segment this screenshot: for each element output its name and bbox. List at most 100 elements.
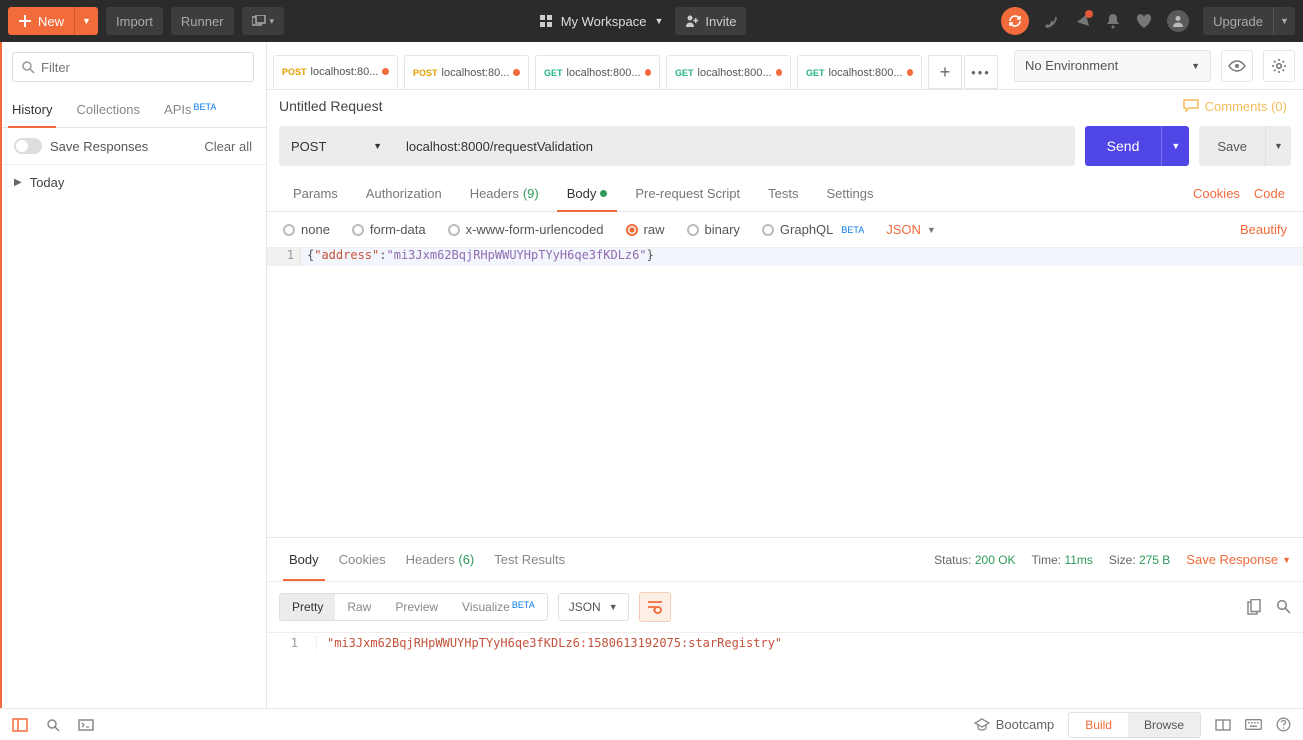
subtab-authorization[interactable]: Authorization [352, 176, 456, 211]
view-visualize[interactable]: VisualizeBETA [450, 594, 547, 620]
new-button-group: New ▼ [8, 7, 98, 35]
body-graphql[interactable]: GraphQLBETA [762, 222, 864, 237]
send-dropdown[interactable]: ▼ [1161, 126, 1189, 166]
two-pane-button[interactable] [1215, 719, 1231, 731]
tab-history[interactable]: History [0, 92, 64, 127]
request-tab-1[interactable]: POSTlocalhost:80... [404, 55, 529, 89]
filter-input[interactable] [41, 60, 245, 75]
find-button[interactable] [46, 718, 60, 732]
bell-icon[interactable] [1105, 12, 1121, 30]
heart-icon[interactable] [1135, 13, 1153, 29]
cookies-link[interactable]: Cookies [1193, 186, 1240, 201]
tab-options-button[interactable]: ••• [964, 55, 998, 89]
main: POSTlocalhost:80... POSTlocalhost:80... … [267, 42, 1303, 708]
body-editor[interactable]: 1 {"address":"mi3Jxm62BqjRHpWWUYHpTYyH6q… [267, 248, 1303, 538]
browse-button[interactable]: Browse [1128, 713, 1200, 737]
console-button[interactable] [78, 719, 94, 731]
subtab-prerequest[interactable]: Pre-request Script [621, 176, 754, 211]
response-body[interactable]: 1 "mi3Jxm62BqjRHpWWUYHpTYyH6qe3fKDLz6:15… [267, 632, 1303, 653]
subtab-body[interactable]: Body [553, 176, 622, 211]
runner-button[interactable]: Runner [171, 7, 234, 35]
resp-tab-tests[interactable]: Test Results [484, 546, 575, 573]
help-button[interactable] [1276, 717, 1291, 732]
env-selector[interactable]: No Environment ▼ [1014, 50, 1211, 82]
wrap-icon [647, 600, 663, 614]
subtab-headers[interactable]: Headers (9) [456, 176, 553, 211]
code-link[interactable]: Code [1254, 186, 1285, 201]
workspace-selector[interactable]: My Workspace ▼ [539, 14, 664, 29]
env-panel: No Environment ▼ [1006, 42, 1303, 90]
request-tab-2[interactable]: GETlocalhost:800... [535, 55, 660, 89]
sync-icon[interactable] [1001, 7, 1029, 35]
beta-badge: BETA [194, 102, 217, 112]
beautify-button[interactable]: Beautify [1240, 222, 1287, 237]
view-raw[interactable]: Raw [335, 594, 383, 620]
view-preview[interactable]: Preview [383, 594, 450, 620]
invite-button[interactable]: Invite [675, 7, 746, 35]
env-quicklook-button[interactable] [1221, 50, 1253, 82]
body-none[interactable]: none [283, 222, 330, 237]
tab-label: localhost:80... [442, 67, 510, 79]
subtab-tests[interactable]: Tests [754, 176, 812, 211]
view-pretty[interactable]: Pretty [280, 594, 335, 620]
footer-right: Bootcamp Build Browse [974, 712, 1291, 738]
body-urlencoded[interactable]: x-www-form-urlencoded [448, 222, 604, 237]
satellite-icon[interactable] [1043, 12, 1061, 30]
save-button[interactable]: Save [1199, 126, 1265, 166]
request-title-row: Untitled Request Comments (0) [267, 90, 1303, 122]
save-response-button[interactable]: Save Response▼ [1186, 552, 1291, 567]
url-bar: POST ▼ localhost:8000/requestValidation … [267, 122, 1303, 176]
bootcamp-button[interactable]: Bootcamp [974, 717, 1055, 732]
search-response-button[interactable] [1276, 599, 1291, 615]
label: Visualize [462, 600, 510, 614]
body-raw[interactable]: raw [626, 222, 665, 237]
unsaved-dot-icon [513, 69, 520, 76]
env-settings-button[interactable] [1263, 50, 1295, 82]
resp-tab-cookies[interactable]: Cookies [329, 546, 396, 573]
open-new-window-button[interactable]: ▾ [242, 7, 285, 35]
history-today[interactable]: ▶ Today [0, 165, 266, 200]
new-button-dropdown[interactable]: ▼ [74, 7, 98, 35]
subtab-params[interactable]: Params [279, 176, 352, 211]
request-tab-4[interactable]: GETlocalhost:800... [797, 55, 922, 89]
resp-tab-headers[interactable]: Headers (6) [396, 546, 485, 573]
request-tab-0[interactable]: POSTlocalhost:80... [273, 55, 398, 89]
import-button[interactable]: Import [106, 7, 163, 35]
unsaved-dot-icon [776, 69, 782, 76]
tab-verb: POST [282, 67, 307, 77]
tab-collections[interactable]: Collections [64, 92, 152, 127]
subtab-settings[interactable]: Settings [812, 176, 887, 211]
wrap-lines-button[interactable] [639, 592, 671, 622]
comments-button[interactable]: Comments (0) [1183, 99, 1287, 114]
label: Headers [406, 552, 455, 567]
account-icon[interactable] [1167, 10, 1189, 32]
method-selector[interactable]: POST ▼ [279, 126, 394, 166]
env-selected-label: No Environment [1025, 58, 1118, 73]
toggle-sidebar-button[interactable] [12, 718, 28, 732]
keyboard-button[interactable] [1245, 719, 1262, 730]
new-button[interactable]: New [8, 7, 74, 35]
build-button[interactable]: Build [1069, 713, 1128, 737]
copy-button[interactable] [1247, 599, 1262, 615]
new-tab-button[interactable]: + [928, 55, 962, 89]
tab-apis[interactable]: APIsBETA [152, 92, 228, 127]
save-dropdown[interactable]: ▼ [1265, 126, 1291, 166]
body-type-row: none form-data x-www-form-urlencoded raw… [267, 212, 1303, 248]
notifications-icon[interactable] [1075, 12, 1091, 30]
body-formdata[interactable]: form-data [352, 222, 426, 237]
upgrade-button[interactable]: Upgrade [1203, 7, 1273, 35]
console-icon [78, 719, 94, 731]
content-type-selector[interactable]: JSON▼ [886, 222, 936, 237]
upgrade-dropdown[interactable]: ▼ [1273, 7, 1295, 35]
response-format-selector[interactable]: JSON▼ [558, 593, 629, 621]
resp-tab-body[interactable]: Body [279, 546, 329, 573]
body-binary[interactable]: binary [687, 222, 740, 237]
request-tab-3[interactable]: GETlocalhost:800... [666, 55, 791, 89]
clear-all-button[interactable]: Clear all [204, 139, 252, 154]
save-responses-toggle[interactable] [14, 138, 42, 154]
url-input[interactable]: localhost:8000/requestValidation [394, 126, 1075, 166]
send-button[interactable]: Send [1085, 126, 1162, 166]
request-title[interactable]: Untitled Request [279, 98, 383, 114]
filter-input-wrap[interactable] [12, 52, 254, 82]
label: x-www-form-urlencoded [466, 222, 604, 237]
